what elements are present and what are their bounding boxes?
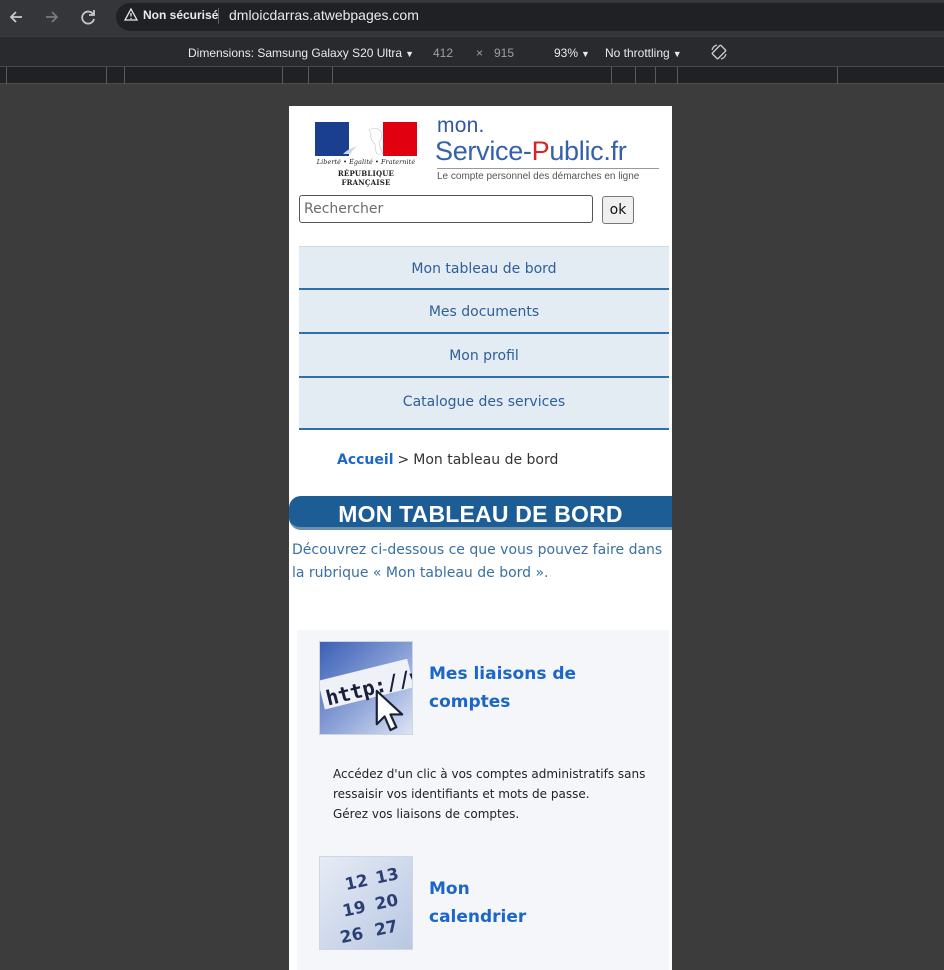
- throttling-select[interactable]: No throttling ▼: [605, 46, 682, 60]
- security-status[interactable]: Non sécurisé: [143, 8, 218, 22]
- brand-mon: mon.: [437, 114, 485, 137]
- omnibox-divider: [218, 8, 219, 24]
- brand-service: Service-: [435, 136, 532, 166]
- chevron-down-icon: ▼: [581, 49, 590, 59]
- menu-item-documents[interactable]: Mes documents: [299, 290, 669, 334]
- ruler-tick: [124, 67, 125, 84]
- search-ok-button[interactable]: ok: [602, 196, 634, 224]
- card-2-title[interactable]: Mon calendrier: [429, 875, 526, 931]
- ruler-tick: [6, 67, 7, 84]
- menu-item-catalogue[interactable]: Catalogue des services: [299, 378, 669, 430]
- republique-francaise-logo[interactable]: Liberté • Égalité • Fraternité RÉPUBLIQU…: [313, 120, 419, 187]
- brand-service-public: Service-Public.fr: [435, 136, 627, 167]
- card-1-description: Accédez d'un clic à vos comptes administ…: [333, 764, 663, 824]
- dimension-times: ×: [476, 46, 484, 60]
- main-menu: Mon tableau de bord Mes documents Mon pr…: [299, 246, 669, 430]
- ruler-tick: [308, 67, 309, 84]
- device-dimensions-label: Dimensions: Samsung Galaxy S20 Ultra: [188, 46, 403, 60]
- device-dimensions-select[interactable]: Dimensions: Samsung Galaxy S20 Ultra ▼: [188, 46, 414, 60]
- ruler-tick: [106, 67, 107, 84]
- card-1-desc-line1: Accédez d'un clic à vos comptes administ…: [333, 767, 646, 781]
- ruler-tick: [611, 67, 612, 84]
- calendar-icon[interactable]: 12 13 19 20 26 27: [319, 856, 413, 950]
- brand-p: P: [531, 136, 550, 166]
- chevron-down-icon: ▼: [672, 49, 682, 59]
- page-intro: Découvrez ci-dessous ce que vous pouvez …: [292, 542, 663, 581]
- page-title: MON TABLEAU DE BORD: [338, 501, 623, 527]
- ruler-tick: [282, 67, 283, 84]
- search-input[interactable]: [299, 195, 593, 223]
- card-2-title-line1: Mon: [429, 879, 470, 899]
- menu-item-profil[interactable]: Mon profil: [299, 334, 669, 378]
- back-button[interactable]: [6, 6, 28, 28]
- card-1-title-line1: Mes liaisons de: [429, 664, 577, 684]
- rf-devise: Liberté • Égalité • Fraternité: [316, 158, 416, 166]
- card-1-desc-line2: ressaisir vos identifiants et mots de pa…: [333, 787, 590, 801]
- breadcrumb-current: Mon tableau de bord: [413, 452, 559, 468]
- media-query-ruler: [0, 66, 944, 84]
- ruler-tick: [677, 67, 678, 84]
- card-2-title-line2: calendrier: [429, 907, 527, 927]
- arrow-left-icon: [9, 11, 22, 23]
- menu-item-tableau-de-bord[interactable]: Mon tableau de bord: [299, 246, 669, 290]
- ruler-tick: [332, 67, 333, 84]
- reload-icon: [81, 10, 95, 25]
- breadcrumb: Accueil > Mon tableau de bord: [337, 452, 558, 468]
- marianne-icon: [343, 127, 384, 155]
- brand-tagline: Le compte personnel des démarches en lig…: [437, 171, 640, 182]
- http-cursor-icon[interactable]: http://ww: [319, 641, 413, 735]
- reload-button[interactable]: [77, 6, 99, 28]
- ruler-tick: [837, 67, 838, 84]
- browser-address-bar: Non sécurisé dmloicdarras.atwebpages.com: [0, 0, 944, 36]
- zoom-select[interactable]: 93% ▼: [554, 46, 590, 60]
- ruler-tick: [635, 67, 636, 84]
- device-toolbar: Dimensions: Samsung Galaxy S20 Ultra ▼ 41…: [0, 36, 944, 66]
- dashboard-cards: http://ww Mes liaisons de comptes Accéde…: [297, 630, 669, 970]
- chevron-down-icon: ▼: [405, 49, 415, 59]
- arrow-right-icon: [46, 11, 59, 23]
- page-title-banner: MON TABLEAU DE BORD: [289, 496, 672, 530]
- breadcrumb-separator: >: [397, 452, 410, 468]
- device-width-input[interactable]: 412: [433, 46, 453, 60]
- device-height-input[interactable]: 915: [494, 46, 514, 60]
- brand-underline: [437, 168, 659, 169]
- card-1-desc-line3: Gérez vos liaisons de comptes.: [333, 807, 520, 821]
- ruler-tick: [655, 67, 656, 84]
- warning-icon: [124, 8, 138, 21]
- throttling-label: No throttling: [605, 46, 670, 60]
- forward-button[interactable]: [40, 6, 62, 28]
- mobile-page: Liberté • Égalité • Fraternité RÉPUBLIQU…: [289, 106, 672, 970]
- card-1-title-line2: comptes: [429, 692, 511, 712]
- rf-name: RÉPUBLIQUE FRANÇAISE: [337, 169, 395, 187]
- card-1-title[interactable]: Mes liaisons de comptes: [429, 660, 576, 716]
- rotate-icon[interactable]: [710, 43, 728, 61]
- url-text[interactable]: dmloicdarras.atwebpages.com: [229, 7, 419, 23]
- brand-ublic: ublic.fr: [549, 136, 627, 166]
- breadcrumb-home-link[interactable]: Accueil: [337, 452, 394, 468]
- zoom-label: 93%: [554, 46, 579, 60]
